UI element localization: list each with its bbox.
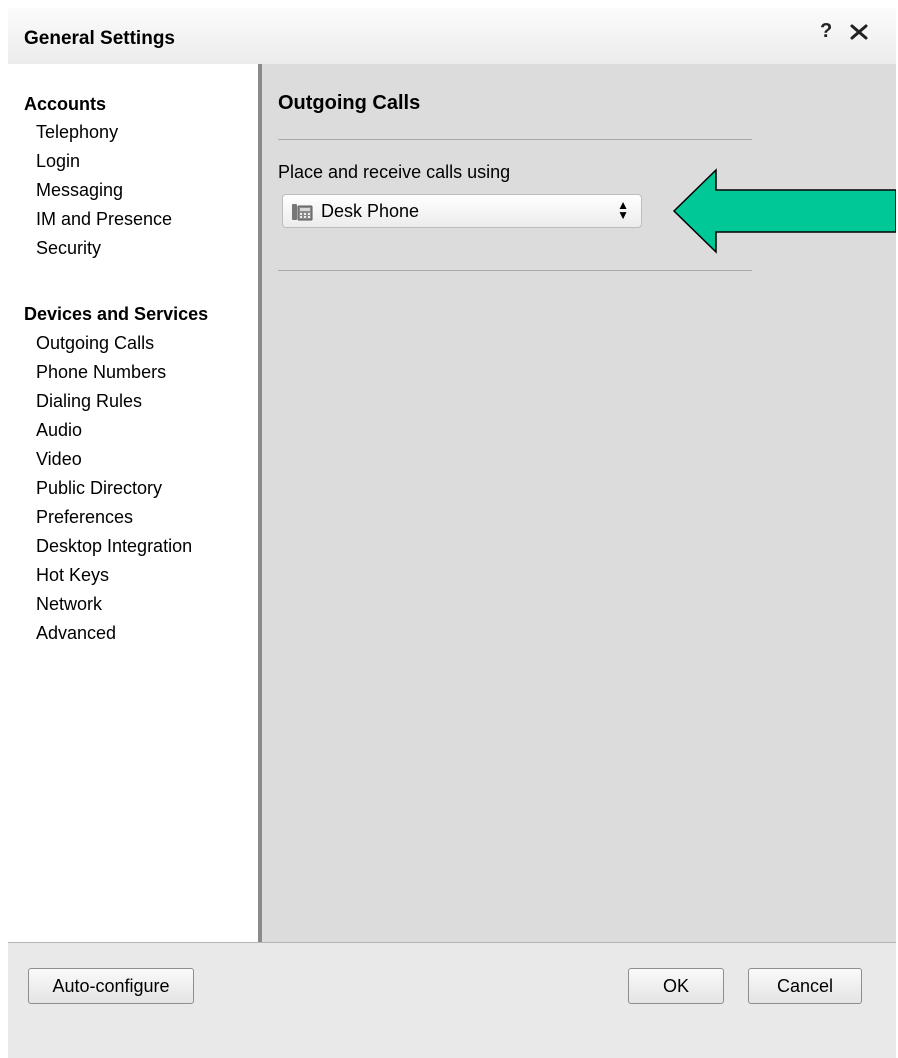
select-updown-icon: ▲ ▼: [617, 198, 629, 222]
sidebar-item-security[interactable]: Security: [36, 238, 101, 259]
dialog-body: Accounts Telephony Login Messaging IM an…: [8, 64, 896, 942]
desk-phone-icon: [292, 204, 313, 221]
sidebar-item-video[interactable]: Video: [36, 449, 82, 470]
divider-bottom: [278, 270, 752, 271]
close-button[interactable]: [846, 18, 872, 44]
title-bar: General Settings ?: [8, 8, 896, 65]
sidebar-item-preferences[interactable]: Preferences: [36, 507, 133, 528]
sidebar-item-login[interactable]: Login: [36, 151, 80, 172]
device-select-label: Place and receive calls using: [278, 162, 511, 182]
sidebar-group-devices-and-services: Devices and Services: [24, 304, 209, 324]
sidebar-item-advanced[interactable]: Advanced: [36, 623, 116, 644]
page-title: Outgoing Calls: [278, 92, 421, 114]
sidebar-item-dialing-rules[interactable]: Dialing Rules: [36, 391, 142, 412]
settings-sidebar: Accounts Telephony Login Messaging IM an…: [8, 64, 262, 942]
call-device-select[interactable]: Desk Phone ▲ ▼: [282, 194, 642, 228]
general-settings-dialog: General Settings ? Accounts Telephony Lo…: [8, 8, 896, 1058]
divider-top: [278, 139, 752, 140]
sidebar-item-desktop-integration[interactable]: Desktop Integration: [36, 536, 192, 557]
sidebar-item-telephony[interactable]: Telephony: [36, 122, 118, 143]
ok-button[interactable]: OK: [628, 968, 724, 1004]
sidebar-item-audio[interactable]: Audio: [36, 420, 82, 441]
sidebar-item-messaging[interactable]: Messaging: [36, 180, 123, 201]
close-icon: [850, 24, 868, 40]
auto-configure-button[interactable]: Auto-configure: [28, 968, 194, 1004]
sidebar-item-network[interactable]: Network: [36, 594, 102, 615]
call-device-select-value: Desk Phone: [321, 201, 420, 221]
sidebar-item-phone-numbers[interactable]: Phone Numbers: [36, 362, 166, 383]
cancel-button[interactable]: Cancel: [748, 968, 862, 1004]
dialog-footer: Auto-configure OK Cancel: [8, 942, 896, 1058]
help-button[interactable]: ?: [820, 20, 832, 43]
sidebar-item-public-directory[interactable]: Public Directory: [36, 478, 162, 499]
dialog-title: General Settings: [24, 28, 175, 49]
sidebar-group-accounts: Accounts: [24, 94, 107, 114]
sidebar-item-outgoing-calls[interactable]: Outgoing Calls: [36, 333, 154, 354]
settings-content-panel: Outgoing Calls Place and receive calls u…: [262, 64, 896, 942]
left-arrow-icon: [672, 168, 896, 254]
sidebar-item-hot-keys[interactable]: Hot Keys: [36, 565, 109, 586]
sidebar-item-im-and-presence[interactable]: IM and Presence: [36, 209, 172, 230]
